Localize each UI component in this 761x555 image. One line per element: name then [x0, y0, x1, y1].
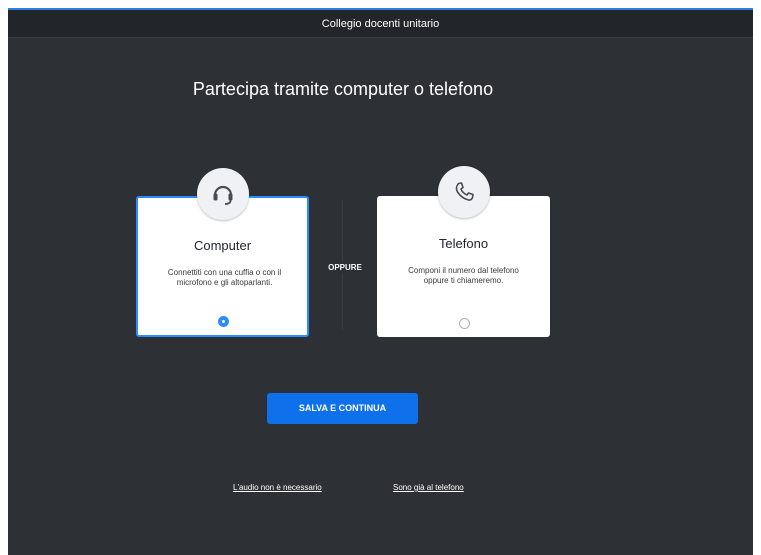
headset-icon	[196, 168, 249, 220]
computer-audio-option[interactable]: Computer Connettiti con una cuffia o con…	[136, 168, 309, 337]
phone-radio[interactable]	[458, 318, 470, 329]
window-title: Collegio docenti unitario	[8, 10, 753, 38]
phone-icon	[437, 166, 490, 218]
computer-option-description: Connettiti con una cuffia o con il micro…	[167, 268, 282, 287]
computer-option-title: Computer	[193, 238, 252, 253]
meeting-window: Collegio docenti unitario Partecipa tram…	[8, 8, 753, 555]
phone-option-description: Componi il numero dal telefono oppure ti…	[408, 266, 519, 285]
phone-audio-option[interactable]: Telefono Componi il numero dal telefono …	[377, 166, 550, 337]
computer-radio[interactable]	[217, 316, 229, 327]
no-audio-link[interactable]: L'audio non è necessario	[233, 483, 322, 492]
or-separator: OPPURE	[326, 261, 364, 274]
page-title: Partecipa tramite computer o telefono	[192, 79, 494, 99]
save-and-continue-button[interactable]: SALVA E CONTINUA	[267, 393, 418, 424]
phone-option-title: Telefono	[438, 236, 489, 251]
already-on-phone-link[interactable]: Sono già al telefono	[393, 483, 464, 492]
